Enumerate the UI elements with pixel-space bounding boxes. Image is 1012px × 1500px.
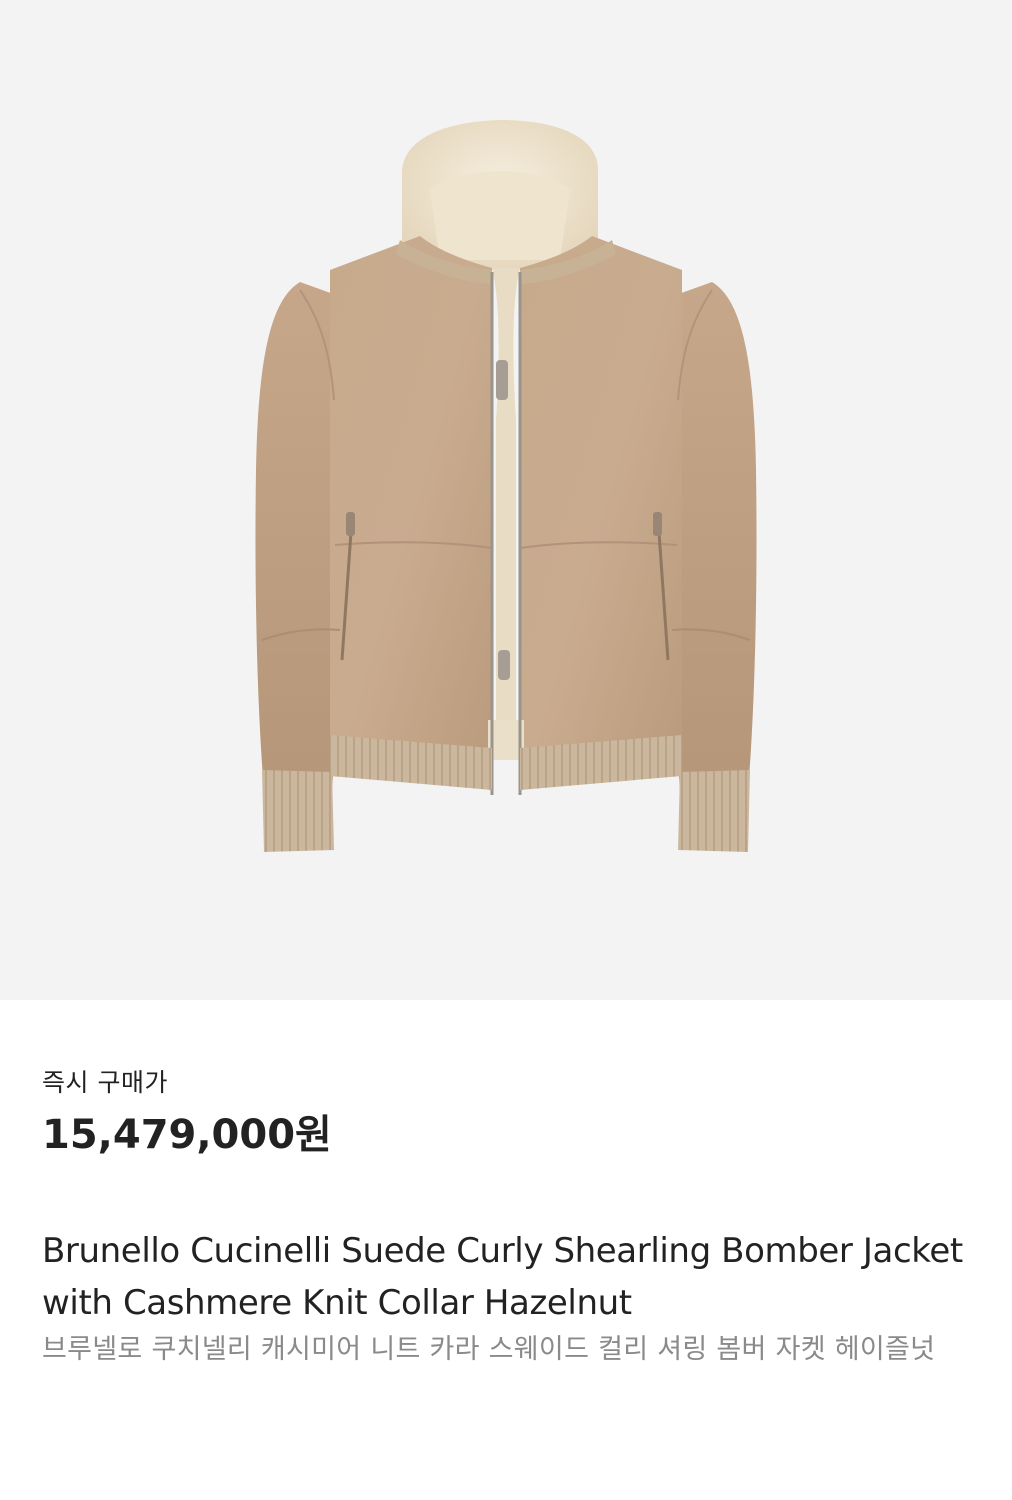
product-name-en: Brunello Cucinelli Suede Curly Shearling… (42, 1231, 963, 1323)
product-name-ko: 브루넬로 쿠치넬리 캐시미어 니트 카라 스웨이드 컬리 셔링 봄버 자켓 헤이… (42, 1334, 936, 1365)
price-label: 즉시 구매가 (42, 1068, 168, 1097)
product-image[interactable] (0, 0, 1012, 1000)
product-price: 15,479,000원 (42, 1112, 332, 1158)
product-info: 즉시 구매가 15,479,000원 Brunello Cucinelli Su… (0, 1066, 1012, 1369)
product-image-area[interactable] (0, 0, 1012, 1000)
